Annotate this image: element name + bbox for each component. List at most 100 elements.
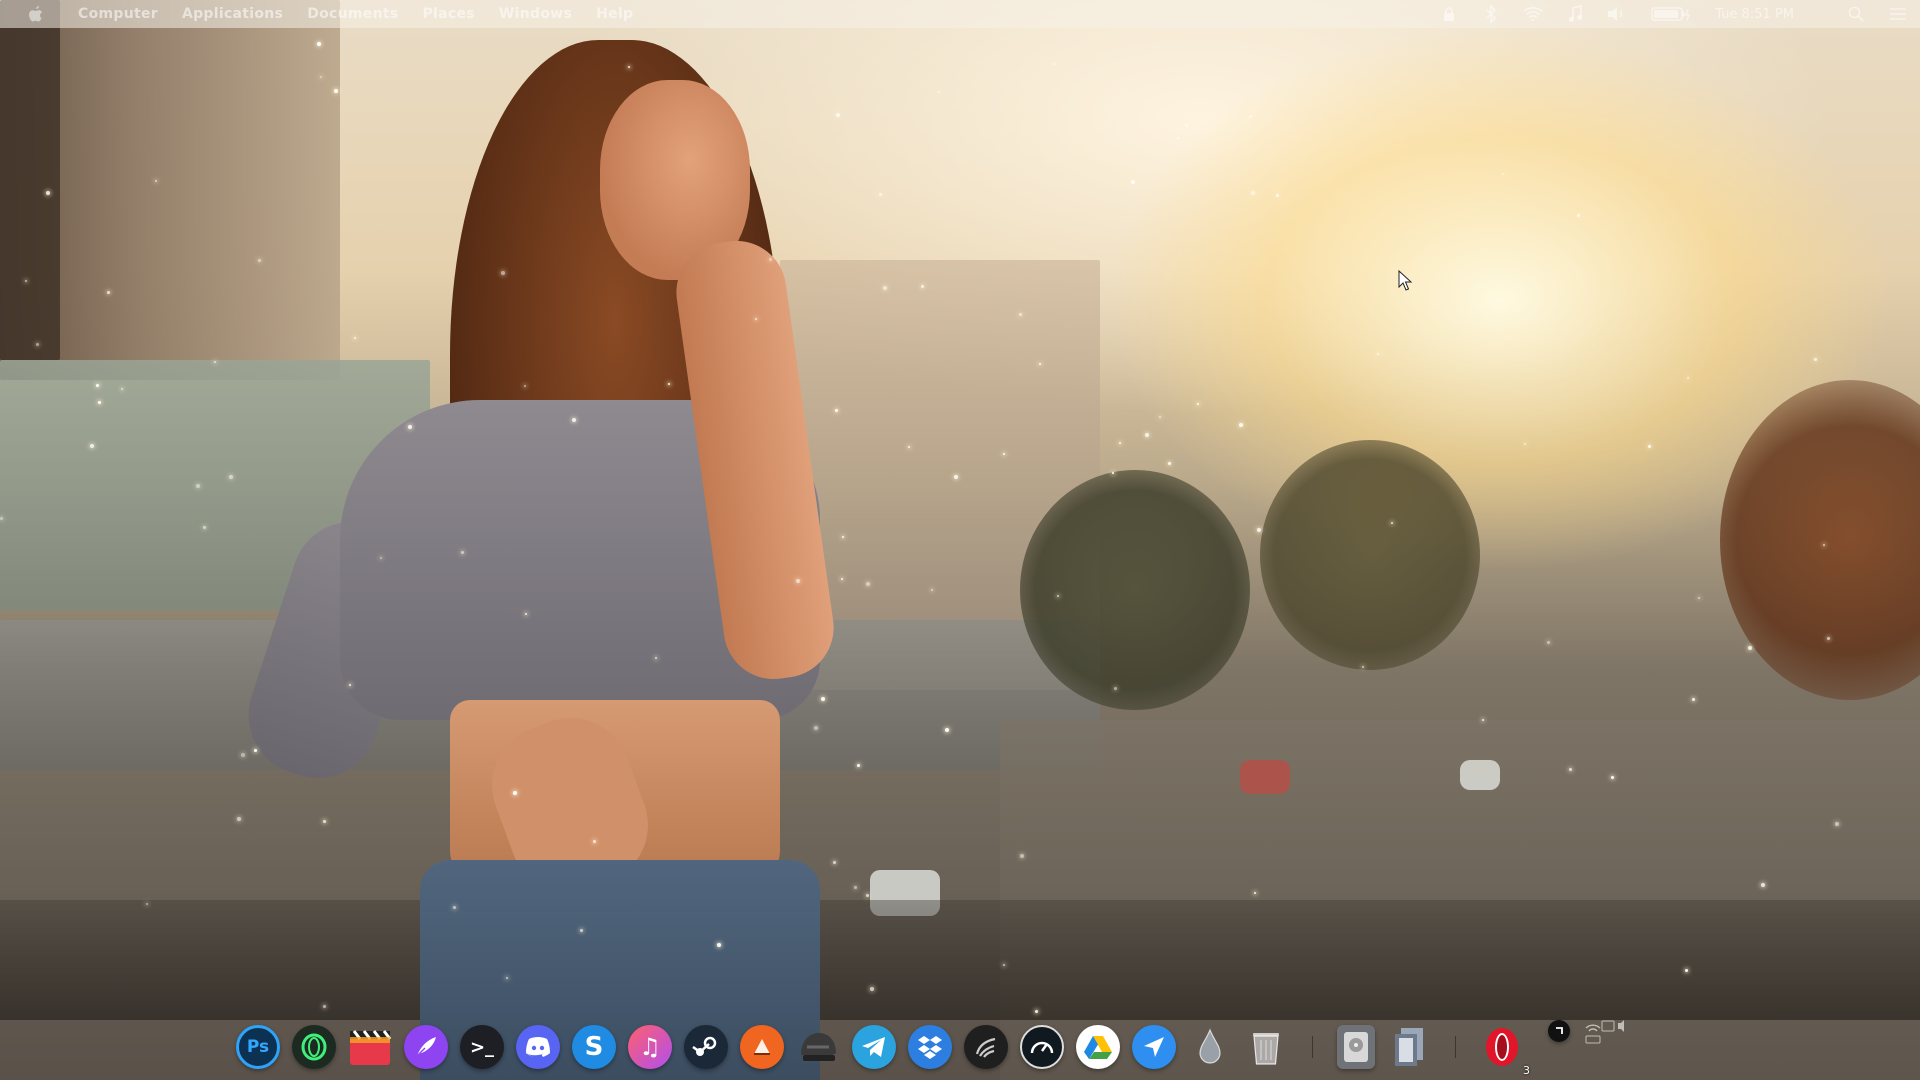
telegram-icon[interactable] (852, 1025, 896, 1069)
water-drop-icon[interactable] (1188, 1025, 1232, 1069)
terminal-glyph: >_ (469, 1036, 495, 1058)
skype-icon[interactable]: S (572, 1025, 616, 1069)
steam-icon[interactable] (684, 1025, 728, 1069)
vlc-icon[interactable] (740, 1025, 784, 1069)
speedtest-icon[interactable] (1020, 1025, 1064, 1069)
battery-icon[interactable] (1649, 4, 1693, 24)
music-app-icon[interactable]: ♫ (628, 1025, 672, 1069)
sparkle (821, 697, 825, 701)
sparkle (866, 894, 869, 897)
dock-separator (1312, 1036, 1313, 1058)
sparkle (1003, 964, 1005, 966)
final-cut-icon[interactable] (348, 1025, 392, 1069)
sparkle (1257, 528, 1261, 532)
sparkle (628, 66, 630, 68)
sparkle (668, 383, 670, 385)
document-icon[interactable] (1387, 1025, 1431, 1069)
menu-help[interactable]: Help (584, 6, 645, 22)
volume-icon[interactable] (1607, 4, 1627, 24)
menu-places[interactable]: Places (410, 6, 486, 22)
sparkle (1524, 443, 1526, 445)
sparkle (580, 929, 583, 932)
tray-status-icons[interactable] (1582, 1018, 1630, 1048)
sparkle (1131, 180, 1135, 184)
clock[interactable]: Tue 8:51 PM (1715, 7, 1794, 22)
sparkle (237, 817, 241, 821)
sparkle (1035, 1010, 1038, 1013)
sparkle (524, 385, 526, 387)
music-icon[interactable] (1565, 4, 1585, 24)
sparkle (1159, 416, 1161, 418)
opera-window-count: 3 (1523, 1064, 1530, 1077)
sparkle (1057, 595, 1059, 597)
sparkle (1814, 358, 1817, 361)
app-menu: Computer Applications Documents Places W… (66, 6, 645, 22)
sparkle (1276, 194, 1279, 197)
sparkle (717, 943, 721, 947)
helmet-icon[interactable] (796, 1025, 840, 1069)
menu-applications[interactable]: Applications (170, 6, 295, 22)
apple-logo-icon[interactable] (22, 0, 50, 28)
sparkle (1648, 445, 1651, 448)
menu-documents[interactable]: Documents (295, 6, 410, 22)
dock: Ps >_ S ♫ 3 (230, 1018, 1636, 1077)
opera-icon[interactable]: 3 (1480, 1025, 1530, 1077)
sparkle (121, 388, 123, 390)
lock-icon[interactable] (1439, 4, 1459, 24)
sparkle (323, 820, 326, 823)
sparkle (870, 987, 874, 991)
sparkle (755, 318, 757, 320)
bluetooth-icon[interactable] (1481, 4, 1501, 24)
menu-windows[interactable]: Windows (487, 6, 584, 22)
sparkle (572, 418, 576, 422)
kodi-icon[interactable] (964, 1025, 1008, 1069)
sparkle (1239, 423, 1243, 427)
sparkle (1611, 776, 1614, 779)
sparkle (453, 906, 456, 909)
sparkle (90, 444, 94, 448)
sparkle (349, 684, 351, 686)
menu-icon[interactable] (1888, 4, 1908, 24)
disk-icon[interactable] (1337, 1025, 1375, 1069)
trash-icon[interactable] (1244, 1025, 1288, 1069)
sparkle (214, 361, 216, 363)
sparkle (320, 76, 322, 78)
quill-icon[interactable] (404, 1025, 448, 1069)
sparkle (506, 977, 508, 979)
sparkle (945, 728, 949, 732)
discord-icon[interactable] (516, 1025, 560, 1069)
dropbox-icon[interactable] (908, 1025, 952, 1069)
photoshop-icon[interactable]: Ps (236, 1025, 280, 1069)
sparkle (835, 409, 838, 412)
sparkle (1685, 969, 1688, 972)
sparkle (525, 613, 527, 615)
google-drive-icon[interactable] (1076, 1025, 1120, 1069)
sparkle (814, 726, 818, 730)
sparkle (323, 1005, 326, 1008)
sparkle (1482, 719, 1484, 721)
sparkle (796, 579, 800, 583)
sparkle (203, 526, 206, 529)
menu-computer[interactable]: Computer (66, 6, 170, 22)
sparkle (1177, 137, 1179, 139)
sparkle (513, 791, 517, 795)
send-icon[interactable] (1132, 1025, 1176, 1069)
skype-glyph: S (584, 1032, 604, 1062)
wifi-icon[interactable] (1523, 4, 1543, 24)
car (1240, 760, 1290, 794)
sparkle (1254, 892, 1256, 894)
sparkle (1823, 544, 1825, 546)
opera-gx-icon[interactable] (292, 1025, 336, 1069)
terminal-icon[interactable]: >_ (460, 1025, 504, 1069)
sparkle (1698, 597, 1700, 599)
sparkle (146, 903, 148, 905)
small-app-icon[interactable] (1548, 1020, 1570, 1042)
sparkle (1761, 883, 1765, 887)
search-icon[interactable] (1846, 4, 1866, 24)
sparkle (931, 589, 933, 591)
sparkle (1119, 442, 1121, 444)
sparkle (241, 753, 245, 757)
railing (0, 900, 1920, 1020)
sparkle (1197, 403, 1199, 405)
sparkle (1185, 124, 1188, 127)
